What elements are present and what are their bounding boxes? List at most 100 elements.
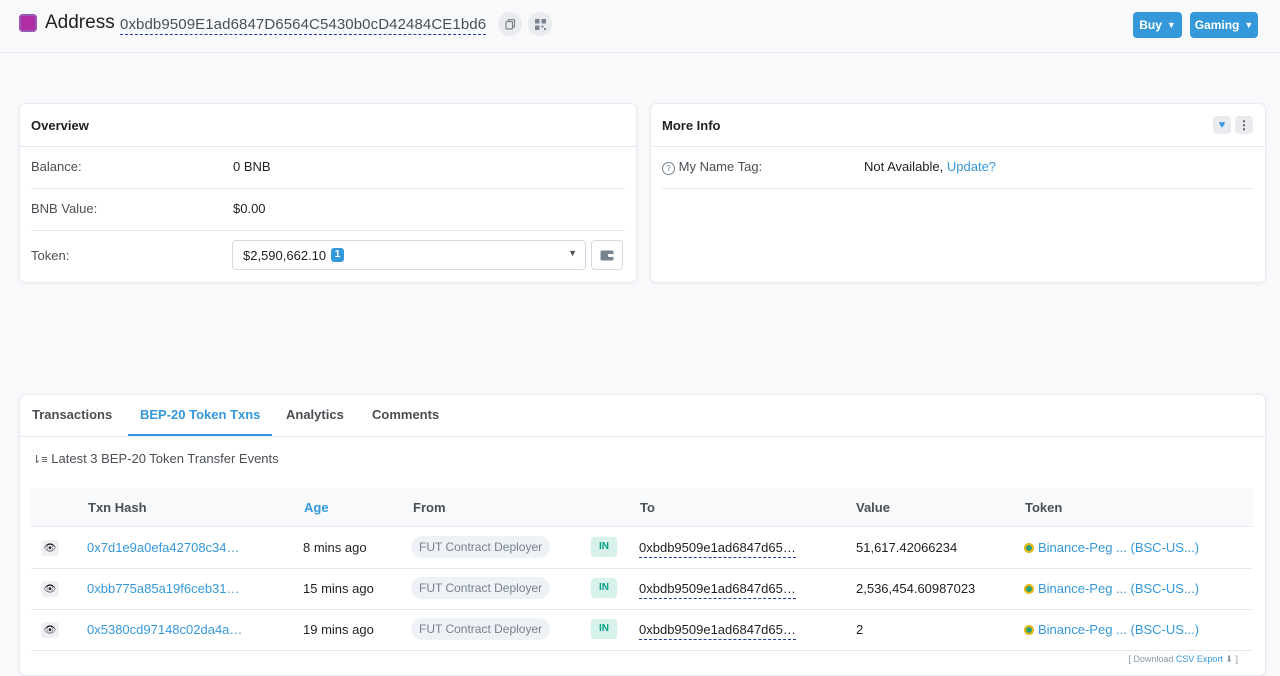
txn-value: 51,617.42066234 [856,540,958,555]
to-address: 0xbdb9509e1ad6847d65… [639,622,796,640]
token-name: Binance-Peg ... (BSC-US...) [1038,581,1200,596]
table-row: 👁 0x7d1e9a0efa42708c34… 8 mins ago FUT C… [31,527,1253,569]
token-label: Token: [31,248,70,263]
overview-card: Overview Balance: 0 BNB BNB Value: $0.00… [19,103,637,283]
csv-suffix: ] [1235,654,1238,664]
col-txn-hash: Txn Hash [88,500,147,515]
to-address: 0xbdb9509e1ad6847d65… [639,540,796,558]
col-to: To [640,500,655,515]
col-age[interactable]: Age [304,500,329,515]
to-address: 0xbdb9509e1ad6847d65… [639,581,796,599]
copy-icon [504,18,515,30]
direction-badge: IN [591,578,617,598]
overview-header: Overview [20,104,636,147]
page-title: Address [45,12,115,33]
more-options-button[interactable]: ⋮ [1235,116,1253,134]
from-address-tag[interactable]: FUT Contract Deployer [411,536,551,558]
direction-badge: IN [591,619,617,639]
table-header: Txn Hash Age From To Value Token [31,488,1253,527]
gaming-button-label: Gaming [1194,18,1240,32]
transactions-card: Transactions BEP-20 Token Txns Analytics… [19,394,1266,676]
view-details-button[interactable]: 👁 [41,622,59,638]
name-tag-value: Not Available, Update? [864,159,996,174]
help-circle-icon: ? [662,162,675,175]
wallet-icon [600,250,614,261]
bnb-value-label: BNB Value: [31,201,98,216]
chevron-down-icon: ▼ [568,248,577,258]
download-icon: ⬇ [1225,654,1233,664]
update-name-tag-link[interactable]: Update? [947,159,996,174]
tab-bar: Transactions BEP-20 Token Txns Analytics… [20,395,1265,437]
txn-hash-link[interactable]: 0x5380cd97148c02da4a… [87,622,242,637]
col-from: From [413,500,446,515]
chevron-down-icon: ▼ [1244,20,1254,30]
col-token: Token [1025,500,1063,515]
token-link[interactable]: Binance-Peg ... (BSC-US...) [1024,581,1199,596]
eye-icon: 👁 [43,542,57,554]
csv-export-note: [ Download CSV Export ⬇ ] [1128,654,1238,665]
table-row: 👁 0xbb775a85a19f6ceb31… 15 mins ago FUT … [31,568,1253,610]
balance-value: 0 BNB [233,159,271,174]
buy-button-label: Buy [1139,18,1162,32]
token-name: Binance-Peg ... (BSC-US...) [1038,622,1200,637]
buy-button[interactable]: Buy ▼ [1133,12,1182,38]
txn-age: 15 mins ago [303,581,374,596]
tab-analytics[interactable]: Analytics [286,395,344,436]
overview-title: Overview [31,118,89,133]
eye-icon: 👁 [43,583,57,595]
view-details-button[interactable]: 👁 [41,581,59,597]
favorite-button[interactable]: ♥ [1213,116,1231,134]
token-coin-icon [1024,543,1034,553]
balance-row: Balance: 0 BNB [31,146,625,189]
txn-value: 2,536,454.60987023 [856,581,976,596]
more-info-header: More Info ♥ ⋮ [651,104,1265,147]
qr-code-button[interactable] [528,12,552,36]
qr-code-icon [534,18,546,30]
address-avatar [19,14,37,32]
tab-comments[interactable]: Comments [372,395,439,436]
gaming-button[interactable]: Gaming ▼ [1190,12,1258,38]
eye-icon: 👁 [43,624,57,636]
token-link[interactable]: Binance-Peg ... (BSC-US...) [1024,540,1199,555]
tab-transactions[interactable]: Transactions [32,395,112,436]
address-hash[interactable]: 0xbdb9509E1ad6847D6564C5430b0cD42484CE1b… [120,16,487,35]
token-link[interactable]: Binance-Peg ... (BSC-US...) [1024,622,1199,637]
txn-hash-link[interactable]: 0x7d1e9a0efa42708c34… [87,540,240,555]
bnb-value: $0.00 [233,201,266,216]
token-coin-icon [1024,625,1034,635]
token-holdings-value: $2,590,662.10 [243,248,327,263]
name-tag-status: Not Available, [864,159,944,174]
latest-events-summary: ⇂≡ Latest 3 BEP-20 Token Transfer Events [32,451,279,466]
txn-age: 8 mins ago [303,540,367,555]
token-name: Binance-Peg ... (BSC-US...) [1038,540,1200,555]
direction-badge: IN [591,537,617,557]
wallet-button[interactable] [591,240,623,270]
txn-hash-link[interactable]: 0xbb775a85a19f6ceb31… [87,581,240,596]
balance-label: Balance: [31,159,82,174]
col-value: Value [856,500,890,515]
name-tag-label-text: My Name Tag: [678,159,763,174]
table-row: 👁 0x5380cd97148c02da4a… 19 mins ago FUT … [31,609,1253,651]
copy-address-button[interactable] [498,12,522,36]
more-info-title: More Info [662,118,721,133]
heart-icon: ♥ [1218,119,1226,131]
txn-age: 19 mins ago [303,622,374,637]
more-info-card: More Info ♥ ⋮ ? My Name Tag: Not Availab… [650,103,1266,283]
page-header: Address 0xbdb9509E1ad6847D6564C5430b0cD4… [0,0,1280,53]
csv-export-link[interactable]: CSV Export [1176,654,1223,664]
more-vertical-icon: ⋮ [1238,118,1250,132]
name-tag-row: ? My Name Tag: Not Available, Update? [662,146,1254,189]
from-address-tag[interactable]: FUT Contract Deployer [411,577,551,599]
token-coin-icon [1024,584,1034,594]
tab-bep20-token-txns[interactable]: BEP-20 Token Txns [128,395,273,436]
from-address-tag[interactable]: FUT Contract Deployer [411,618,551,640]
bnb-value-row: BNB Value: $0.00 [31,188,625,231]
latest-events-text: Latest 3 BEP-20 Token Transfer Events [51,451,279,466]
view-details-button[interactable]: 👁 [41,540,59,556]
name-tag-label: ? My Name Tag: [662,159,762,175]
sort-icon: ⇂≡ [32,454,48,466]
token-count-badge: 1 [331,248,344,262]
csv-prefix: [ Download [1128,654,1174,664]
chevron-down-icon: ▼ [1166,20,1176,30]
token-holdings-dropdown[interactable]: $2,590,662.10 1 ▼ [232,240,586,270]
